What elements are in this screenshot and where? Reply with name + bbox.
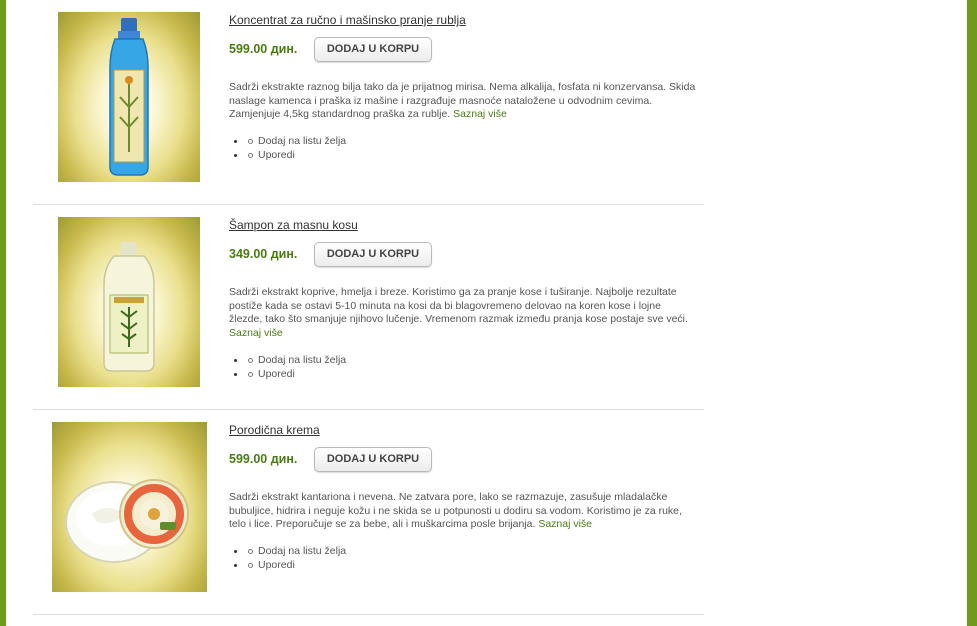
bullet-icon [234, 140, 237, 143]
product-price: 599.00 дин. [229, 42, 298, 56]
read-more-link[interactable]: Saznaj više [453, 108, 507, 120]
divider [33, 204, 704, 205]
wishlist-link[interactable]: Dodaj na listu želja [230, 545, 346, 559]
product-image-cream[interactable] [52, 422, 207, 592]
compare-link[interactable]: Uporedi [230, 368, 346, 382]
circle-icon [248, 152, 253, 158]
product-description: Sadrži ekstrakt koprive, hmelja i breze.… [229, 286, 697, 340]
product-image-detergent[interactable] [58, 12, 200, 182]
bullet-icon [234, 372, 237, 376]
bullet-icon [234, 359, 237, 362]
wishlist-link[interactable]: Dodaj na listu želja [230, 354, 346, 368]
read-more-link[interactable]: Saznaj više [538, 518, 592, 530]
product-list-page: Koncentrat za ručno i mašinsko pranje ru… [6, 0, 967, 626]
shampoo-bottle-icon [103, 242, 155, 372]
circle-icon [248, 371, 253, 377]
read-more-link[interactable]: Saznaj više [229, 327, 283, 339]
compare-link[interactable]: Uporedi [230, 559, 346, 573]
product-actions: Dodaj na listu želja Uporedi [230, 135, 346, 162]
add-to-cart-button[interactable]: DODAJ U KORPU [314, 242, 432, 267]
divider [33, 409, 704, 410]
product-description-text: Sadrži ekstrakt kantariona i nevena. Ne … [229, 491, 682, 530]
cream-jar-icon [65, 479, 189, 563]
detergent-bottle-icon [109, 18, 149, 176]
wishlist-link[interactable]: Dodaj na listu želja [230, 135, 346, 149]
circle-icon [248, 358, 253, 363]
product-title-link[interactable]: Porodična krema [229, 423, 320, 437]
add-to-cart-button[interactable]: DODAJ U KORPU [314, 37, 432, 62]
divider [33, 614, 704, 615]
circle-icon [248, 562, 253, 568]
product-image-shampoo[interactable] [58, 217, 200, 387]
add-to-cart-button[interactable]: DODAJ U KORPU [314, 447, 432, 472]
product-title-link[interactable]: Koncentrat za ručno i mašinsko pranje ru… [229, 13, 466, 27]
product-price: 599.00 дин. [229, 452, 298, 466]
bullet-icon [234, 550, 237, 553]
compare-link[interactable]: Uporedi [230, 149, 346, 163]
product-description: Sadrži ekstrakt kantariona i nevena. Ne … [229, 491, 697, 532]
product-title-link[interactable]: Šampon za masnu kosu [229, 218, 358, 232]
product-actions: Dodaj na listu želja Uporedi [230, 354, 346, 381]
circle-icon [248, 549, 253, 554]
product-price: 349.00 дин. [229, 247, 298, 261]
product-actions: Dodaj na listu želja Uporedi [230, 545, 346, 572]
bullet-icon [234, 563, 237, 567]
product-description-text: Sadrži ekstrakt koprive, hmelja i breze.… [229, 286, 688, 325]
bullet-icon [234, 153, 237, 157]
product-description: Sadrži ekstrakte raznog bilja tako da je… [229, 81, 697, 122]
circle-icon [248, 139, 253, 144]
